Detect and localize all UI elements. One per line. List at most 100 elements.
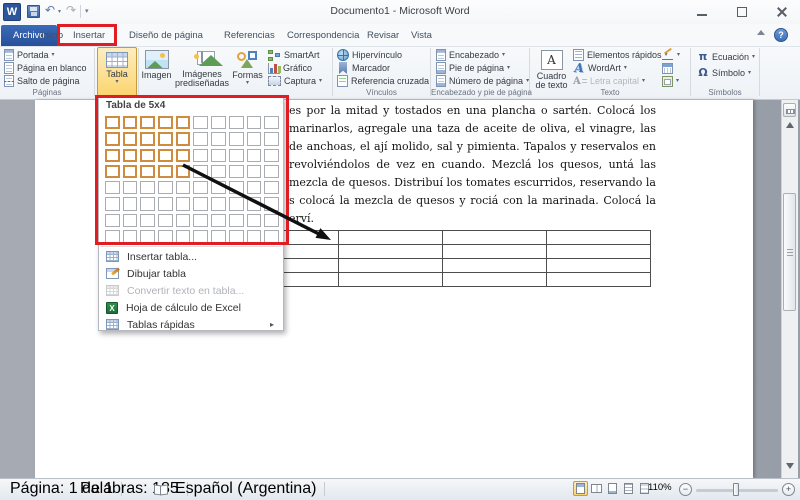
cuadro-de-texto-button[interactable]: A Cuadro de texto xyxy=(533,47,570,90)
group-label-vinculos: Vínculos xyxy=(366,88,397,97)
language-status[interactable]: Español (Argentina) xyxy=(146,481,326,497)
group-label-simbolos: Símbolos xyxy=(708,88,742,97)
close-button[interactable] xyxy=(769,4,795,20)
salto-de-pagina-button[interactable]: Salto de página xyxy=(4,75,80,87)
menu-item-hoja-excel[interactable]: X Hoja de cálculo de Excel xyxy=(101,299,281,316)
tab-diseno-de-pagina[interactable]: Diseño de página xyxy=(120,25,212,46)
screenshot-icon xyxy=(268,76,281,86)
tab-correspondencia[interactable]: Correspondencia xyxy=(278,25,368,46)
tab-vista[interactable]: Vista xyxy=(402,25,441,46)
menu-item-insertar-tabla[interactable]: Insertar tabla... xyxy=(101,248,281,265)
object-icon xyxy=(662,75,673,87)
captura-button[interactable]: Captura ▾ xyxy=(268,75,322,87)
tabla-button[interactable]: Tabla ▾ xyxy=(97,47,137,99)
document-text-line: revolviéndolos de vez en cuando. Mezclá … xyxy=(289,158,656,171)
help-icon[interactable]: ? xyxy=(774,28,788,42)
text-box-icon: A xyxy=(540,50,563,70)
quick-parts-icon xyxy=(573,49,584,61)
numero-de-pagina-button[interactable]: Número de página ▾ xyxy=(436,75,529,87)
objeto-button[interactable]: ▾ xyxy=(662,75,679,87)
menu-item-tablas-rapidas[interactable]: Tablas rápidas ▸ xyxy=(101,316,281,333)
bookmark-icon xyxy=(339,62,347,74)
table-cell[interactable] xyxy=(546,230,651,245)
symbol-icon: Ω xyxy=(698,66,708,79)
table-cell[interactable] xyxy=(338,258,443,273)
group-label-paginas: Páginas xyxy=(32,88,62,97)
table-cell[interactable] xyxy=(442,272,547,287)
picture-icon xyxy=(144,50,169,69)
fecha-y-hora-button[interactable] xyxy=(662,62,673,74)
group-label-texto: Texto xyxy=(600,88,620,97)
outline-view-button[interactable] xyxy=(621,481,636,496)
scroll-down-icon[interactable] xyxy=(786,463,794,469)
tab-revisar[interactable]: Revisar xyxy=(358,25,408,46)
insert-table-icon xyxy=(106,251,119,262)
referencia-cruzada-button[interactable]: Referencia cruzada xyxy=(337,75,429,87)
clipart-icon xyxy=(189,50,215,68)
pagina-en-blanco-button[interactable]: Página en blanco xyxy=(4,62,87,74)
elementos-rapidos-button[interactable]: Elementos rápidos ▾ xyxy=(573,49,668,61)
web-layout-view-button[interactable] xyxy=(605,481,620,496)
linea-de-firma-button[interactable]: ▾ xyxy=(662,49,680,61)
table-cell[interactable] xyxy=(338,230,443,245)
table-cell[interactable] xyxy=(338,244,443,259)
document-text-line: marinarlos, agregale una taza de aceite … xyxy=(289,122,656,135)
header-icon xyxy=(436,49,446,61)
print-layout-view-button[interactable] xyxy=(573,481,588,496)
zoom-in-button[interactable]: + xyxy=(782,483,795,496)
zoom-slider-thumb[interactable] xyxy=(733,483,739,496)
table-icon xyxy=(106,52,128,68)
document-text-line: mezcla de quesos. Distribuí los tomates … xyxy=(289,176,656,189)
equation-icon: π xyxy=(698,50,708,63)
smartart-icon xyxy=(268,49,281,61)
hyperlink-icon xyxy=(337,49,349,61)
scroll-up-icon[interactable] xyxy=(786,122,794,128)
highlight-box-table-grid xyxy=(95,95,289,245)
grafico-button[interactable]: Gráfico xyxy=(268,62,312,74)
table-cell[interactable] xyxy=(338,272,443,287)
collapse-ribbon-icon[interactable] xyxy=(757,30,765,35)
ecuacion-button[interactable]: π Ecuación ▾ xyxy=(697,51,755,63)
draw-table-icon xyxy=(106,268,119,279)
wordart-button[interactable]: A WordArt ▾ xyxy=(573,62,627,74)
imagen-button[interactable]: Imagen xyxy=(140,47,173,80)
formas-button[interactable]: Formas ▾ xyxy=(231,47,264,86)
portada-button[interactable]: Portada ▾ xyxy=(4,49,55,61)
zoom-out-button[interactable]: − xyxy=(679,483,692,496)
encabezado-button[interactable]: Encabezado ▾ xyxy=(436,49,505,61)
document-text-line: erví. xyxy=(289,212,314,225)
imagenes-predisenadas-button[interactable]: Imágenes prediseñadas xyxy=(174,47,230,88)
drop-cap-icon: A xyxy=(573,76,587,86)
convert-text-icon xyxy=(106,285,119,296)
table-cell[interactable] xyxy=(442,244,547,259)
highlight-box-insertar-tab xyxy=(57,24,117,46)
document-text-line: de anchoas, el ají molido, sal y pimient… xyxy=(289,140,656,153)
simbolo-button[interactable]: Ω Símbolo ▾ xyxy=(697,67,751,79)
maximize-button[interactable] xyxy=(729,4,755,20)
footer-icon xyxy=(436,62,446,74)
pie-de-pagina-button[interactable]: Pie de página ▾ xyxy=(436,62,510,74)
minimize-button[interactable] xyxy=(689,4,715,20)
table-cell[interactable] xyxy=(442,230,547,245)
marcador-button[interactable]: Marcador xyxy=(337,62,390,74)
shapes-icon xyxy=(236,50,259,69)
zoom-level[interactable]: 110% xyxy=(648,482,672,493)
fullscreen-reading-view-button[interactable] xyxy=(589,481,604,496)
smartart-button[interactable]: SmartArt xyxy=(268,49,320,61)
group-label-encabezado: Encabezado y pie de página xyxy=(431,88,532,97)
page-number-icon xyxy=(436,75,446,87)
excel-icon: X xyxy=(106,301,118,314)
menu-item-dibujar-tabla[interactable]: Dibujar tabla xyxy=(101,265,281,282)
table-cell[interactable] xyxy=(546,258,651,273)
document-text-line: s colocá la mezcla de quesos y rociá con… xyxy=(289,194,656,207)
title-bar: W ↶ ▾ ↷ ▾ Documento1 - Microsoft Word xyxy=(0,0,800,24)
tab-referencias[interactable]: Referencias xyxy=(215,25,284,46)
window-title: Documento1 - Microsoft Word xyxy=(330,5,470,17)
ruler-toggle-icon[interactable] xyxy=(783,103,796,117)
table-cell[interactable] xyxy=(546,244,651,259)
scrollbar-thumb[interactable] xyxy=(783,193,796,311)
hipervinculo-button[interactable]: Hipervínculo xyxy=(337,49,402,61)
group-separator xyxy=(759,48,760,96)
table-cell[interactable] xyxy=(546,272,651,287)
table-cell[interactable] xyxy=(442,258,547,273)
